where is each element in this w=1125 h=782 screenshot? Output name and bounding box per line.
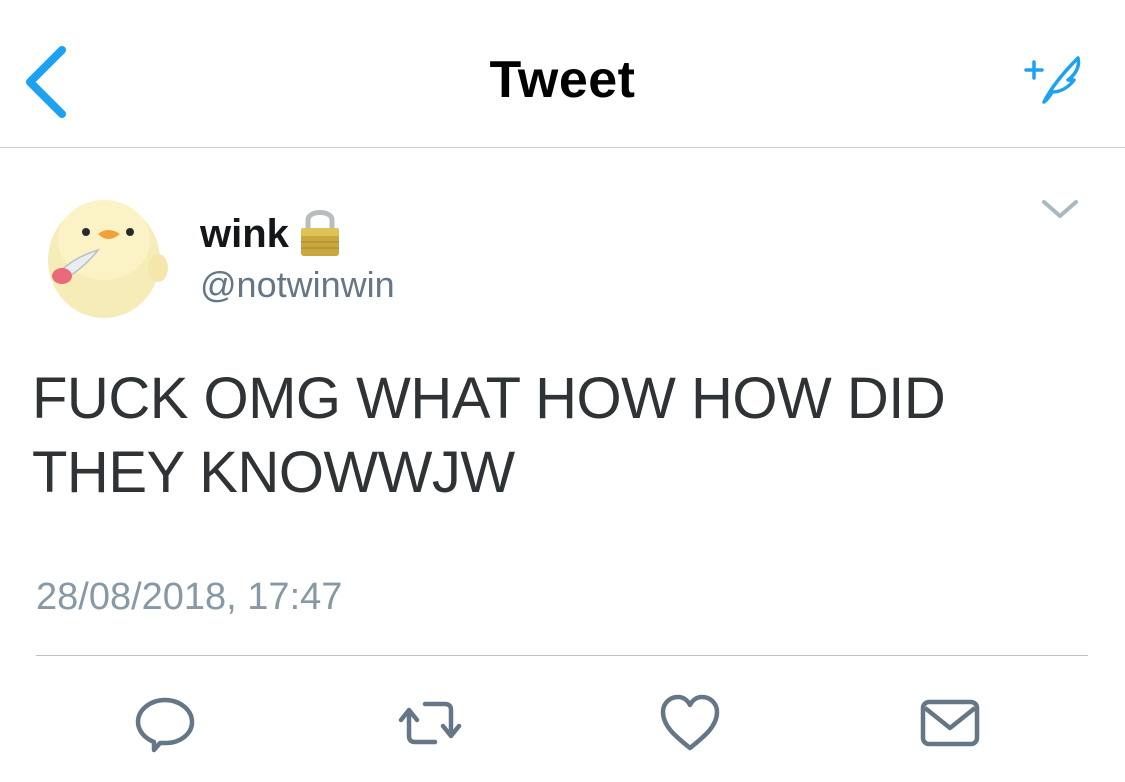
author-display-name[interactable]: wink bbox=[200, 212, 289, 257]
author-name-row[interactable]: wink bbox=[200, 206, 345, 262]
avatar[interactable] bbox=[36, 188, 171, 323]
lock-icon bbox=[300, 210, 339, 256]
tweet-text: FUCK OMG WHAT HOW HOW DID THEY KNOWWJW bbox=[32, 366, 946, 505]
heart-icon bbox=[660, 694, 720, 751]
compose-button[interactable] bbox=[1020, 52, 1090, 108]
divider bbox=[36, 655, 1088, 656]
reply-button[interactable] bbox=[130, 688, 200, 758]
mail-icon bbox=[920, 699, 980, 747]
reply-icon bbox=[135, 697, 195, 753]
compose-sparkle-feather-icon bbox=[1024, 56, 1081, 104]
like-button[interactable] bbox=[655, 688, 725, 758]
retweet-icon bbox=[398, 701, 462, 745]
navigation-bar: Tweet bbox=[0, 0, 1125, 148]
tweet-menu-button[interactable] bbox=[1036, 192, 1084, 228]
chevron-down-icon bbox=[1042, 200, 1078, 218]
tweet-timestamp: 28/08/2018, 17:47 bbox=[36, 576, 343, 618]
duck-with-knife-avatar bbox=[36, 188, 171, 323]
page-title: Tweet bbox=[489, 51, 636, 109]
tweet-actions bbox=[0, 688, 1125, 758]
share-button[interactable] bbox=[915, 688, 985, 758]
retweet-button[interactable] bbox=[395, 688, 465, 758]
author-handle[interactable]: @notwinwin bbox=[200, 264, 395, 306]
